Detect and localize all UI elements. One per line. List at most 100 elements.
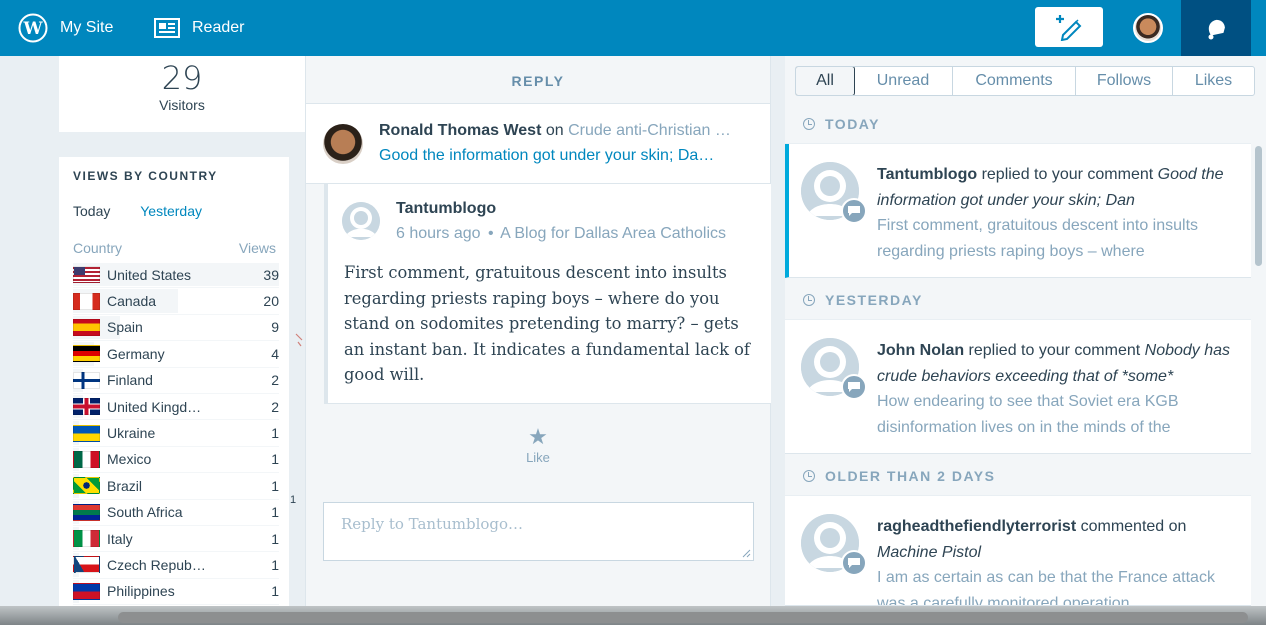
- post-title-link[interactable]: Crude anti-Christian …: [568, 122, 731, 139]
- country-row: Mexico 1: [73, 447, 279, 474]
- country-views: 1: [271, 451, 279, 468]
- like-label: Like: [526, 450, 550, 465]
- comment-time[interactable]: 6 hours ago: [396, 225, 481, 242]
- notification-item[interactable]: ragheadthefiendlyterrorist commented on …: [785, 496, 1251, 606]
- horizontal-scrollbar[interactable]: [118, 612, 1248, 623]
- visitors-count: 29: [161, 59, 203, 97]
- country-list: United States 39 Canada 20 Spain 9 Germany 4 Fin…: [73, 262, 279, 606]
- reply-textarea[interactable]: Reply to Tantumblogo…: [323, 502, 754, 561]
- group-header-older: OLDER THAN 2 DAYS: [785, 456, 1251, 496]
- group-title: YESTERDAY: [825, 291, 923, 308]
- flag-mx-icon: [73, 450, 100, 468]
- comment-bubble-icon: [841, 198, 867, 224]
- post-author-name[interactable]: Ronald Thomas West: [379, 122, 541, 139]
- tab-today[interactable]: Today: [73, 203, 110, 219]
- filter-unread[interactable]: Unread: [854, 67, 953, 95]
- col-views: Views: [238, 240, 276, 256]
- country-row: United States 39: [73, 262, 279, 289]
- filter-comments[interactable]: Comments: [953, 67, 1076, 95]
- country-views: 1: [271, 504, 279, 521]
- country-name[interactable]: Ukraine: [107, 425, 249, 441]
- clock-icon: [803, 469, 815, 482]
- country-name[interactable]: Brazil: [107, 478, 249, 494]
- country-name[interactable]: Finland: [107, 372, 249, 388]
- notifications-bell-icon: [1208, 19, 1225, 40]
- comment-author-name[interactable]: Tantumblogo: [396, 200, 496, 218]
- country-row: Canada 20: [73, 288, 279, 315]
- notification-item[interactable]: Tantumblogo replied to your comment Good…: [785, 144, 1251, 278]
- post-reference-line: Ronald Thomas West on Crude anti-Christi…: [379, 122, 759, 140]
- notifications-button[interactable]: [1181, 0, 1251, 56]
- notification-actor: John Nolan: [877, 342, 965, 359]
- country-name[interactable]: Philippines: [107, 583, 249, 599]
- visitors-card: 29 Visitors: [59, 56, 305, 132]
- reader-button[interactable]: Reader: [154, 0, 244, 56]
- country-name[interactable]: Spain: [107, 319, 249, 335]
- country-name[interactable]: Czech Repub…: [107, 557, 249, 573]
- filter-all[interactable]: All: [796, 67, 855, 95]
- group-title: OLDER THAN 2 DAYS: [825, 467, 996, 484]
- country-views: 1: [271, 583, 279, 600]
- flag-us-icon: [73, 266, 100, 284]
- country-row: Germany 4: [73, 341, 279, 368]
- filter-likes[interactable]: Likes: [1173, 67, 1254, 95]
- flag-ca-icon: [73, 292, 100, 310]
- country-name[interactable]: South Africa: [107, 504, 249, 520]
- country-views: 2: [271, 398, 279, 415]
- notification-excerpt: I am as certain as can be that the Franc…: [877, 569, 1215, 606]
- notification-item[interactable]: John Nolan replied to your comment Nobod…: [785, 320, 1251, 454]
- post-on-text: on: [545, 122, 564, 139]
- country-name[interactable]: Italy: [107, 531, 249, 547]
- masterbar: W My Site Reader: [0, 0, 1266, 56]
- write-pencil-icon: [1056, 15, 1082, 41]
- country-name[interactable]: United Kingd…: [107, 399, 249, 415]
- country-name[interactable]: Mexico: [107, 451, 249, 467]
- comment-author-avatar: [342, 202, 380, 240]
- flag-de-icon: [73, 345, 100, 363]
- flag-es-icon: [73, 318, 100, 336]
- country-views: 1: [271, 530, 279, 547]
- notification-text: John Nolan replied to your comment Nobod…: [877, 338, 1237, 440]
- country-views: 1: [271, 556, 279, 573]
- post-reference[interactable]: Ronald Thomas West on Crude anti-Christi…: [306, 104, 770, 184]
- reader-label: Reader: [192, 19, 245, 36]
- meta-separator: •: [487, 225, 494, 242]
- resize-grip-icon[interactable]: [741, 548, 751, 558]
- write-post-button[interactable]: [1035, 7, 1103, 47]
- country-row: United Kingd… 2: [73, 394, 279, 421]
- comment-body: First comment, gratuitous descent into i…: [344, 263, 750, 384]
- clock-icon: [803, 117, 815, 130]
- flag-ua-icon: [73, 424, 100, 442]
- flag-za-icon: [73, 503, 100, 521]
- user-avatar[interactable]: [1133, 13, 1163, 43]
- stray-number: 1: [290, 494, 297, 506]
- filter-follows[interactable]: Follows: [1076, 67, 1173, 95]
- country-row: South Africa 1: [73, 500, 279, 526]
- left-margin: [0, 56, 59, 606]
- like-button[interactable]: ★ Like: [306, 426, 770, 466]
- reader-icon: [154, 18, 180, 38]
- notification-actor: ragheadthefiendlyterrorist: [877, 518, 1077, 535]
- country-row: Italy 1: [73, 526, 279, 553]
- svg-text:W: W: [22, 19, 43, 39]
- notification-action: commented on: [1076, 518, 1187, 535]
- group-header-today: TODAY: [785, 104, 1251, 144]
- flag-ph-icon: [73, 582, 100, 600]
- post-excerpt-link[interactable]: Good the information got under your skin…: [379, 147, 759, 165]
- country-row: Philippines 1: [73, 579, 279, 606]
- notifications-scrollbar[interactable]: [1255, 146, 1262, 266]
- country-name[interactable]: United States: [107, 267, 249, 283]
- comment-site-link[interactable]: A Blog for Dallas Area Catholics: [500, 225, 726, 242]
- country-views: 39: [263, 266, 279, 283]
- tab-yesterday[interactable]: Yesterday: [140, 203, 202, 219]
- country-name[interactable]: Canada: [107, 293, 249, 309]
- my-site-button[interactable]: W My Site: [18, 0, 113, 56]
- flag-it-icon: [73, 530, 100, 548]
- country-row: Ukraine 1: [73, 420, 279, 447]
- views-period-tabs: Today Yesterday: [73, 203, 228, 219]
- country-name[interactable]: Germany: [107, 346, 249, 362]
- notification-action: replied to your comment: [964, 342, 1145, 359]
- flag-gb-icon: [73, 398, 100, 416]
- wordpress-logo-icon: W: [18, 13, 48, 43]
- flag-fi-icon: [73, 371, 100, 389]
